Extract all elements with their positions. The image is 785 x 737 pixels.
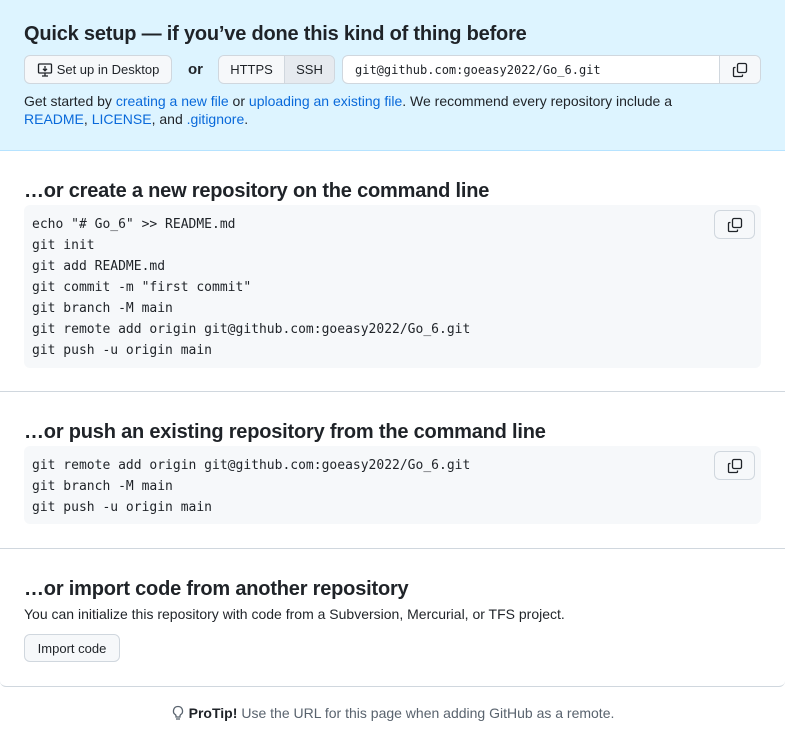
push-repo-title: …or push an existing repository from the… <box>24 421 546 443</box>
push-repo-code: git remote add origin git@github.com:goe… <box>32 458 471 515</box>
clone-url-group <box>342 55 761 84</box>
or-label: or <box>188 61 203 78</box>
light-bulb-icon <box>172 705 183 720</box>
gitignore-link[interactable]: .gitignore <box>187 111 245 127</box>
get-started-suffix: . We recommend every repository include … <box>402 93 672 109</box>
create-repo-code-block: echo "# Go_6" >> README.md git init git … <box>24 205 761 368</box>
copy-push-code-button[interactable] <box>714 451 755 480</box>
create-repo-code: echo "# Go_6" >> README.md git init git … <box>32 217 471 358</box>
copy-url-button[interactable] <box>719 56 760 83</box>
get-started-prefix: Get started by <box>24 93 116 109</box>
import-repo-section: …or import code from another repository … <box>0 549 785 687</box>
setup-in-desktop-label: Set up in Desktop <box>56 62 160 77</box>
copy-icon <box>732 62 748 77</box>
import-code-button[interactable]: Import code <box>24 634 120 662</box>
license-link[interactable]: LICENSE <box>92 111 152 127</box>
protip-text: Use the URL for this page when adding Gi… <box>241 705 615 721</box>
copy-icon <box>727 458 742 473</box>
upload-existing-file-link[interactable]: uploading an existing file <box>249 93 402 109</box>
ssh-tab[interactable]: SSH <box>285 56 334 83</box>
protip-label: ProTip! <box>188 705 238 721</box>
desktop-download-icon <box>37 62 52 77</box>
get-started-or: or <box>228 93 249 109</box>
create-repo-title: …or create a new repository on the comma… <box>24 180 490 202</box>
get-started-text: Get started by creating a new file or up… <box>24 92 724 128</box>
push-repo-code-block: git remote add origin git@github.com:goe… <box>24 446 761 524</box>
clone-url-input[interactable] <box>343 56 719 83</box>
import-description: You can initialize this repository with … <box>24 606 565 622</box>
copy-icon <box>727 217 742 232</box>
import-repo-title: …or import code from another repository <box>24 578 409 600</box>
create-new-file-link[interactable]: creating a new file <box>116 93 229 109</box>
quick-setup-panel: Quick setup — if you’ve done this kind o… <box>0 0 785 151</box>
setup-in-desktop-button[interactable]: Set up in Desktop <box>24 55 172 84</box>
protip: ProTip! Use the URL for this page when a… <box>0 705 785 721</box>
readme-link[interactable]: README <box>24 111 84 127</box>
push-repo-section: …or push an existing repository from the… <box>0 392 785 549</box>
create-repo-section: …or create a new repository on the comma… <box>0 151 785 392</box>
copy-create-code-button[interactable] <box>714 210 755 239</box>
period-text: . <box>244 111 249 127</box>
https-tab[interactable]: HTTPS <box>219 56 285 83</box>
comma-text: , <box>83 111 92 127</box>
and-text: , and <box>151 111 187 127</box>
quick-setup-title: Quick setup — if you’ve done this kind o… <box>24 23 527 45</box>
protocol-toggle: HTTPS SSH <box>218 55 335 84</box>
